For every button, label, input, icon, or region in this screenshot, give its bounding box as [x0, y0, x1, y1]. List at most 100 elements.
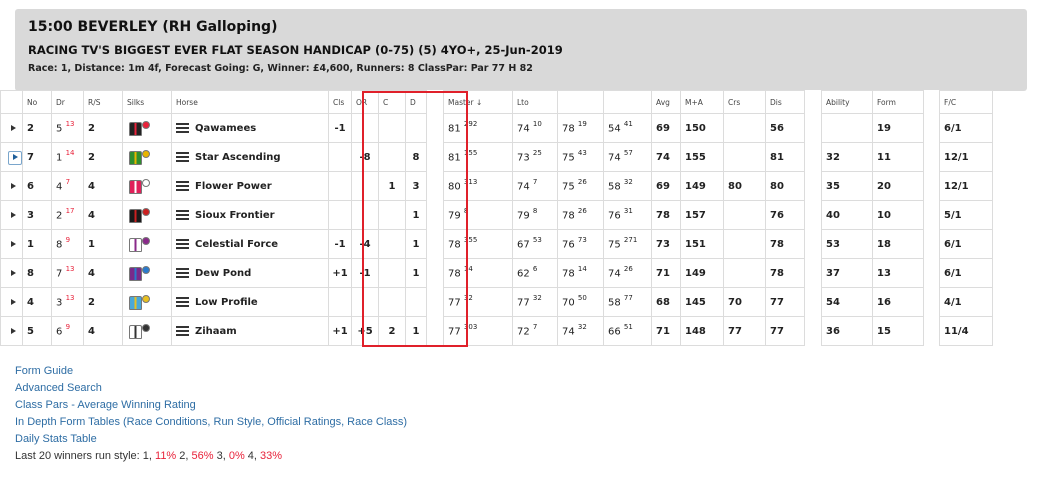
master-cell: 77 32: [443, 287, 513, 317]
d-cell: [405, 287, 427, 317]
column-header[interactable]: Lto: [512, 90, 558, 114]
column-header[interactable]: C: [378, 90, 406, 114]
column-header[interactable]: Form: [872, 90, 924, 114]
master-value: 77: [448, 326, 461, 338]
column-header[interactable]: F/C: [939, 90, 993, 114]
r3-cell: 76 73: [557, 229, 604, 259]
runner-row[interactable]: 43 13 2 Low Profile 77 32 77 32 70 50 58 77 68 1…: [0, 287, 993, 317]
expand-arrow-icon[interactable]: [8, 150, 22, 165]
horse-name-cell[interactable]: Zihaam: [171, 316, 329, 346]
menu-icon[interactable]: [176, 151, 189, 162]
column-header[interactable]: Dis: [765, 90, 805, 114]
horse-name[interactable]: Flower Power: [195, 181, 272, 192]
horse-name[interactable]: Qawamees: [195, 123, 256, 134]
expand-row-toggle[interactable]: [0, 287, 23, 317]
runner-row[interactable]: 56 9 4 Zihaam +1 +5 2 1 77 303 72 7 74 32 66 51 71 1…: [0, 316, 993, 346]
column-header[interactable]: Horse: [171, 90, 329, 114]
column-spacer: [805, 288, 822, 317]
horse-name-cell[interactable]: Star Ascending: [171, 142, 329, 172]
runner-row[interactable]: 71 14 2 Star Ascending -8 8 81 155 73 25 75 43 7…: [0, 142, 993, 172]
r4-value: 58: [608, 297, 621, 309]
expand-row-toggle[interactable]: [0, 258, 23, 288]
ability-value: 32: [826, 151, 840, 163]
horse-name-cell[interactable]: Qawamees: [171, 113, 329, 143]
in-depth-form-tables-link[interactable]: In Depth Form Tables (Race Conditions, R…: [15, 414, 407, 431]
horse-name-cell[interactable]: Sioux Frontier: [171, 200, 329, 230]
master-value: 81: [448, 152, 461, 164]
horse-name-cell[interactable]: Celestial Force: [171, 229, 329, 259]
horse-name[interactable]: Low Profile: [195, 297, 258, 308]
column-header[interactable]: M+A: [680, 90, 724, 114]
runner-row[interactable]: 18 9 1 Celestial Force -1 -4 1 78 355 67 53 76 7…: [0, 229, 993, 259]
column-header[interactable]: No: [22, 90, 52, 114]
runner-row[interactable]: 32 17 4 Sioux Frontier 1 79 8 79 8 78 26 76 31 7…: [0, 200, 993, 230]
column-header[interactable]: R/S: [83, 90, 123, 114]
column-header[interactable]: Crs: [723, 90, 766, 114]
fc-value: 6/1: [944, 122, 962, 134]
runner-row[interactable]: 64 7 4 Flower Power 1 3 80 313 74 7 75 26 58 32 6…: [0, 171, 993, 201]
arrow-right-icon[interactable]: [11, 298, 16, 305]
runner-row[interactable]: 25 13 2 Qawamees -1 81 292 74 10 78 19 54 41 69 1…: [0, 113, 993, 143]
arrow-right-icon[interactable]: [11, 211, 16, 218]
arrow-right-icon[interactable]: [11, 124, 16, 131]
expand-row-toggle[interactable]: [0, 229, 23, 259]
horse-name-cell[interactable]: Flower Power: [171, 171, 329, 201]
r4-value: 54: [608, 123, 621, 135]
menu-icon[interactable]: [176, 267, 189, 278]
horse-name[interactable]: Star Ascending: [195, 152, 281, 163]
column-header[interactable]: Ability: [821, 90, 873, 114]
column-spacer: [427, 230, 444, 259]
dr-value: 3: [56, 297, 63, 309]
expand-row-toggle[interactable]: [0, 200, 23, 230]
column-header[interactable]: Master ↓: [443, 90, 513, 114]
runner-row[interactable]: 87 13 4 Dew Pond +1 -1 1 78 14 62 6 78 14 74 26 71…: [0, 258, 993, 288]
or-cell: -8: [351, 142, 379, 172]
horse-name[interactable]: Zihaam: [195, 326, 237, 337]
expand-row-toggle[interactable]: [0, 171, 23, 201]
column-header[interactable]: D: [405, 90, 427, 114]
column-header[interactable]: OR: [351, 90, 379, 114]
crs-value: 77: [728, 325, 742, 337]
dr-cell: 6 9: [51, 316, 84, 346]
dr-cell: 3 13: [51, 287, 84, 317]
cls-cell: [328, 287, 352, 317]
arrow-right-icon[interactable]: [11, 269, 16, 276]
horse-name-cell[interactable]: Dew Pond: [171, 258, 329, 288]
menu-icon[interactable]: [176, 180, 189, 191]
arrow-right-icon[interactable]: [11, 182, 16, 189]
column-header[interactable]: Cls: [328, 90, 352, 114]
arrow-right-icon[interactable]: [11, 327, 16, 334]
daily-stats-table-link[interactable]: Daily Stats Table: [15, 431, 407, 448]
arrow-right-icon[interactable]: [11, 240, 16, 247]
d-value: 1: [412, 238, 420, 250]
jockey-silks-icon: [127, 177, 150, 195]
menu-icon[interactable]: [176, 122, 189, 133]
form-guide-link[interactable]: Form Guide: [15, 363, 407, 380]
d-cell: 1: [405, 200, 427, 230]
horse-name[interactable]: Sioux Frontier: [195, 210, 275, 221]
advanced-search-link[interactable]: Advanced Search: [15, 380, 407, 397]
column-header[interactable]: [603, 90, 652, 114]
dr-cell: 2 17: [51, 200, 84, 230]
menu-icon[interactable]: [176, 238, 189, 249]
dr-cell: 4 7: [51, 171, 84, 201]
column-header[interactable]: Silks: [122, 90, 172, 114]
expand-row-toggle[interactable]: [0, 113, 23, 143]
avg-cell: 74: [651, 142, 681, 172]
lto-cell: 74 10: [512, 113, 558, 143]
menu-icon[interactable]: [176, 296, 189, 307]
expand-row-toggle[interactable]: [0, 316, 23, 346]
horse-name[interactable]: Dew Pond: [195, 268, 251, 279]
menu-icon[interactable]: [176, 209, 189, 220]
menu-icon[interactable]: [176, 325, 189, 336]
expand-row-toggle[interactable]: [0, 142, 23, 172]
class-pars-link[interactable]: Class Pars - Average Winning Rating: [15, 397, 407, 414]
master-rank: 155: [463, 149, 478, 158]
column-header[interactable]: Dr: [51, 90, 84, 114]
column-header[interactable]: Avg: [651, 90, 681, 114]
horse-name-cell[interactable]: Low Profile: [171, 287, 329, 317]
column-header[interactable]: [557, 90, 604, 114]
column-spacer: [427, 143, 444, 172]
r3-cell: 78 26: [557, 200, 604, 230]
horse-name[interactable]: Celestial Force: [195, 239, 278, 250]
